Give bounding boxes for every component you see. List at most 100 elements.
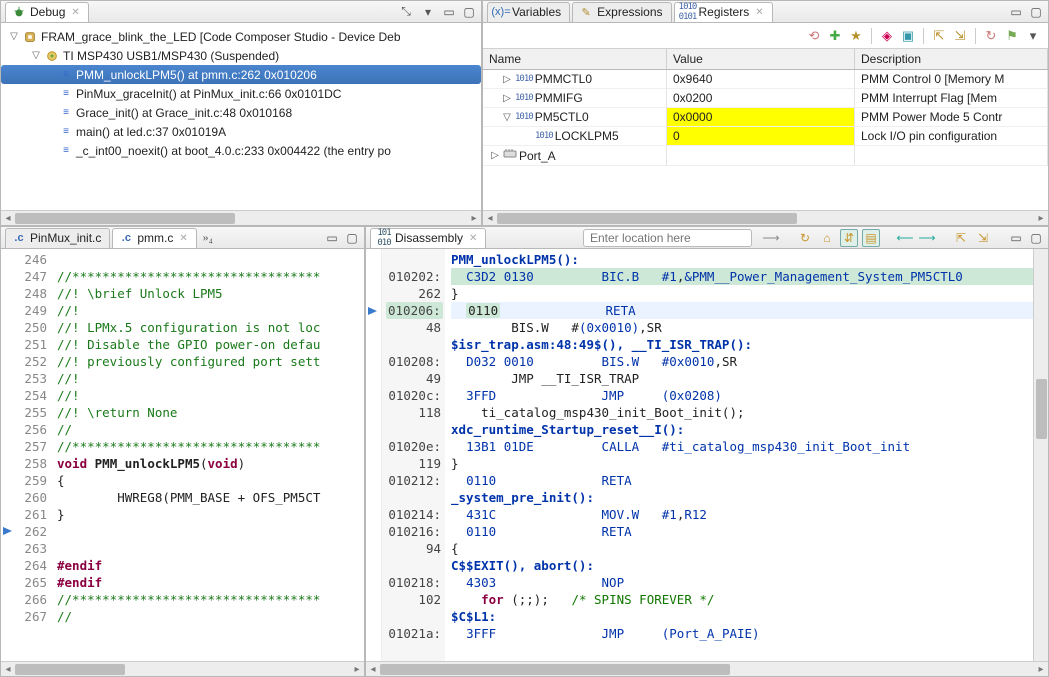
col-name[interactable]: Name (483, 49, 667, 69)
disasm-go-button[interactable]: ⟶ (762, 229, 780, 247)
disasm-location-input[interactable] (583, 229, 752, 247)
overflow-tabs-button[interactable]: »₄ (199, 229, 217, 247)
reg-menu-button[interactable]: ▾ (1024, 27, 1042, 45)
register-value[interactable]: 0x9640 (667, 70, 855, 89)
disasm-text[interactable]: PMM_unlockLPM5(): C3D2 0130 BIC.B #1,&PM… (445, 249, 1033, 661)
register-value[interactable]: 0 (667, 127, 855, 146)
minimize-icon[interactable]: ▭ (441, 5, 457, 19)
twisty-icon[interactable]: ▽ (501, 112, 513, 123)
twisty-icon[interactable]: ▽ (29, 50, 43, 61)
register-value[interactable] (667, 146, 855, 166)
stack-frame-4[interactable]: ≡ _c_int00_noexit() at boot_4.0.c:233 0x… (1, 141, 481, 160)
close-icon[interactable]: ✕ (71, 7, 79, 18)
scroll-thumb[interactable] (15, 664, 125, 675)
tab-pinmux[interactable]: .c PinMux_init.c (5, 228, 110, 248)
source-code-area[interactable]: 246 247 248 249 250 251 252 253 254 255 … (1, 249, 364, 661)
scroll-left-icon[interactable]: ◂ (483, 213, 497, 224)
tab-label: Debug (30, 5, 65, 19)
register-value[interactable]: 0x0000 (667, 108, 855, 127)
scroll-right-icon[interactable]: ▸ (467, 213, 481, 224)
disasm-export-button[interactable]: ⇱ (952, 229, 970, 247)
reg-action-5-button[interactable]: ▣ (899, 27, 917, 45)
disasm-body[interactable]: 010202: 262 010206: 48 010208: 49 01020c… (366, 249, 1048, 661)
minimize-icon[interactable]: ▭ (1008, 231, 1024, 245)
debug-stack-tree[interactable]: ▽ FRAM_grace_blink_the_LED [Code Compose… (1, 23, 481, 210)
twisty-icon[interactable]: ▷ (501, 74, 513, 85)
target-label: TI MSP430 USB1/MSP430 (Suspended) (63, 49, 279, 63)
debug-menu-button[interactable]: ▾ (419, 3, 437, 21)
tab-registers[interactable]: 10100101 Registers ✕ (674, 2, 773, 22)
reg-action-3-button[interactable]: ★ (847, 27, 865, 45)
scroll-right-icon[interactable]: ▸ (350, 664, 364, 675)
debug-target-node[interactable]: ▽ ✦ TI MSP430 USB1/MSP430 (Suspended) (1, 46, 481, 65)
disasm-link-button[interactable]: ⇵ (840, 229, 858, 247)
reg-import-button[interactable]: ⇲ (951, 27, 969, 45)
twisty-icon[interactable]: ▷ (501, 93, 513, 104)
maximize-icon[interactable]: ▢ (461, 5, 477, 19)
tab-disassembly[interactable]: 101010 Disassembly ✕ (370, 228, 486, 248)
debug-collapse-button[interactable]: ⤡ (397, 3, 415, 21)
stack-frame-1[interactable]: ≡ PinMux_graceInit() at PinMux_init.c:66… (1, 84, 481, 103)
stack-frame-3[interactable]: ≡ main() at led.c:37 0x01019A (1, 122, 481, 141)
twisty-icon[interactable]: ▽ (7, 31, 21, 42)
scroll-left-icon[interactable]: ◂ (366, 664, 380, 675)
tab-label: Variables (512, 5, 561, 19)
register-name: PM5CTL0 (535, 110, 589, 124)
maximize-icon[interactable]: ▢ (344, 231, 360, 245)
reg-action-1-button[interactable]: ⟲ (805, 27, 823, 45)
register-icon: 1010 (515, 93, 533, 103)
disasm-hscrollbar[interactable]: ◂ ▸ (366, 661, 1048, 676)
scroll-right-icon[interactable]: ▸ (1034, 213, 1048, 224)
col-desc[interactable]: Description (855, 49, 1048, 69)
stack-frame-2[interactable]: ≡ Grace_init() at Grace_init.c:48 0x0101… (1, 103, 481, 122)
registers-hscrollbar[interactable]: ◂ ▸ (483, 210, 1048, 225)
register-value[interactable]: 0x0200 (667, 89, 855, 108)
registers-table[interactable]: Name Value Description ▷1010 PMMCTL00x96… (483, 49, 1048, 210)
disasm-back-button[interactable]: ⟵ (896, 229, 914, 247)
source-text[interactable]: //********************************* //! … (53, 249, 364, 661)
debug-launch-node[interactable]: ▽ FRAM_grace_blink_the_LED [Code Compose… (1, 27, 481, 46)
register-row[interactable]: ▷1010 PMMIFG0x0200PMM Interrupt Flag [Me… (483, 89, 1048, 108)
scroll-left-icon[interactable]: ◂ (1, 664, 15, 675)
debug-hscrollbar[interactable]: ◂ ▸ (1, 210, 481, 225)
register-row[interactable]: ▷ Port_A (483, 146, 1048, 166)
disasm-vscrollbar[interactable] (1033, 249, 1048, 661)
frame-label: _c_int00_noexit() at boot_4.0.c:233 0x00… (76, 144, 391, 158)
close-icon[interactable]: ✕ (469, 233, 477, 244)
tab-pmm[interactable]: .c pmm.c ✕ (112, 228, 196, 248)
minimize-icon[interactable]: ▭ (1008, 5, 1024, 19)
close-icon[interactable]: ✕ (755, 7, 763, 18)
disasm-home-button[interactable]: ⌂ (818, 229, 836, 247)
col-value[interactable]: Value (667, 49, 855, 69)
stack-frame-0[interactable]: ≡ PMM_unlockLPM5() at pmm.c:262 0x010206 (1, 65, 481, 84)
maximize-icon[interactable]: ▢ (1028, 231, 1044, 245)
reg-action-2-button[interactable]: ✚ (826, 27, 844, 45)
disasm-fwd-button[interactable]: ⟶ (918, 229, 936, 247)
register-row[interactable]: ▽1010 PM5CTL00x0000PMM Power Mode 5 Cont… (483, 108, 1048, 127)
scroll-thumb[interactable] (15, 213, 235, 224)
register-row[interactable]: 1010 LOCKLPM50Lock I/O pin configuration (483, 127, 1048, 146)
maximize-icon[interactable]: ▢ (1028, 5, 1044, 19)
disasm-refresh-button[interactable]: ↻ (796, 229, 814, 247)
tab-expressions[interactable]: ✎ Expressions (572, 2, 671, 22)
disasm-src-button[interactable]: ▤ (862, 229, 880, 247)
disasm-import-button[interactable]: ⇲ (974, 229, 992, 247)
scroll-thumb[interactable] (1036, 379, 1047, 439)
reg-action-4-button[interactable]: ◈ (878, 27, 896, 45)
reg-refresh-button[interactable]: ↻ (982, 27, 1000, 45)
variables-icon: (x)= (494, 5, 508, 19)
stackframe-icon: ≡ (56, 124, 74, 140)
tab-variables[interactable]: (x)= Variables (487, 2, 570, 22)
tab-debug[interactable]: Debug ✕ (5, 2, 89, 22)
register-row[interactable]: ▷1010 PMMCTL00x9640PMM Control 0 [Memory… (483, 70, 1048, 89)
scroll-thumb[interactable] (380, 664, 730, 675)
scroll-thumb[interactable] (497, 213, 797, 224)
close-icon[interactable]: ✕ (179, 233, 187, 244)
scroll-right-icon[interactable]: ▸ (1034, 664, 1048, 675)
editor-hscrollbar[interactable]: ◂ ▸ (1, 661, 364, 676)
reg-export-button[interactable]: ⇱ (930, 27, 948, 45)
minimize-icon[interactable]: ▭ (324, 231, 340, 245)
scroll-left-icon[interactable]: ◂ (1, 213, 15, 224)
twisty-icon[interactable]: ▷ (489, 150, 501, 161)
reg-pin-button[interactable]: ⚑ (1003, 27, 1021, 45)
